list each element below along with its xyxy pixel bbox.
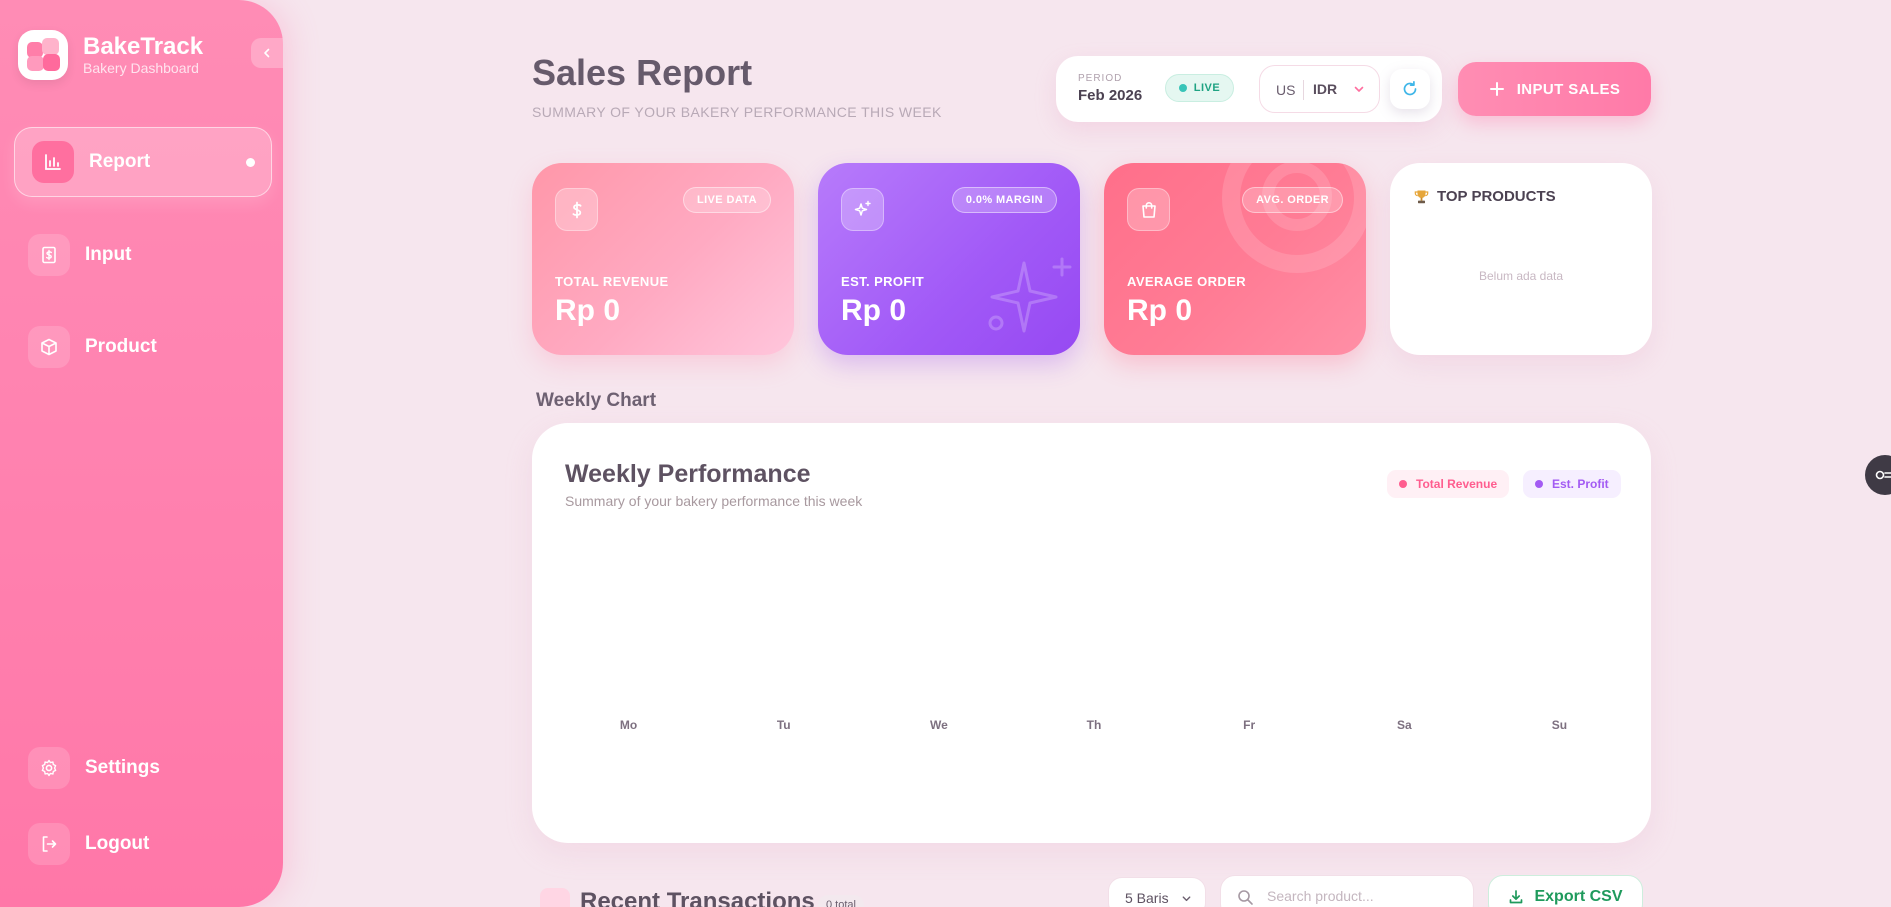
card-value: Rp 0 — [841, 294, 907, 327]
card-value: Rp 0 — [555, 294, 621, 327]
chevron-left-icon — [264, 48, 270, 58]
period-panel: PERIOD Feb 2026 LIVE US IDR — [1056, 56, 1442, 122]
card-value: Rp 0 — [1127, 294, 1193, 327]
card-badge: LIVE DATA — [682, 187, 771, 213]
x-tick-label: Fr — [1243, 718, 1255, 732]
period-label: PERIOD — [1078, 73, 1123, 84]
x-tick-label: Mo — [620, 718, 637, 732]
search-box — [1220, 875, 1474, 907]
card-label: AVERAGE ORDER — [1127, 274, 1247, 289]
card-badge: AVG. ORDER — [1242, 187, 1343, 213]
export-label: Export CSV — [1534, 888, 1623, 905]
x-tick-label: Sa — [1397, 718, 1412, 732]
sidebar-item-input[interactable]: Input — [14, 220, 272, 290]
weekly-performance-chart: Weekly Performance Summary of your baker… — [532, 423, 1651, 843]
sparkles-icon — [841, 188, 884, 231]
bakery-logo-icon — [18, 30, 68, 80]
gear-icon — [28, 747, 70, 789]
sidebar: BakeTrack Bakery Dashboard Report Input … — [0, 0, 283, 907]
average-order-card: AVG. ORDER AVERAGE ORDER Rp 0 — [1104, 163, 1366, 355]
page-title: Sales Report — [532, 52, 753, 93]
bar-chart-icon — [32, 141, 74, 183]
chevron-down-icon — [1182, 896, 1191, 902]
box-icon — [28, 326, 70, 368]
card-badge: 0.0% MARGIN — [951, 187, 1057, 213]
live-badge: LIVE — [1165, 74, 1234, 102]
download-icon — [1510, 890, 1523, 904]
x-tick-label: Th — [1087, 718, 1102, 732]
input-sales-label: INPUT SALES — [1516, 80, 1621, 98]
chevron-down-icon — [1354, 86, 1364, 92]
search-input[interactable] — [1267, 888, 1457, 904]
brand-title: BakeTrack — [83, 33, 204, 60]
x-tick-label: We — [930, 718, 948, 732]
top-products-title: TOP PRODUCTS — [1414, 188, 1556, 205]
sidebar-item-settings[interactable]: Settings — [14, 733, 272, 803]
x-tick-label: Su — [1552, 718, 1567, 732]
section-heading-weekly: Weekly Chart — [536, 390, 657, 411]
transactions-icon — [540, 888, 570, 907]
toggle-icon — [1875, 470, 1891, 480]
logout-icon — [28, 823, 70, 865]
currency-code: IDR — [1313, 81, 1338, 97]
sidebar-item-report[interactable]: Report — [14, 127, 272, 197]
sidebar-item-label: Input — [85, 244, 132, 265]
currency-divider — [1303, 80, 1304, 100]
sidebar-item-logout[interactable]: Logout — [14, 809, 272, 879]
export-csv-button[interactable]: Export CSV — [1488, 875, 1643, 907]
refresh-button[interactable] — [1390, 69, 1430, 109]
dollar-icon — [555, 188, 598, 231]
rows-per-page-select[interactable]: 5 Baris — [1108, 877, 1206, 907]
est-profit-card: 0.0% MARGIN EST. PROFIT Rp 0 — [818, 163, 1080, 355]
transactions-count-badge: 0 total — [818, 895, 864, 907]
currency-country: US — [1276, 82, 1296, 98]
sidebar-item-product[interactable]: Product — [14, 312, 272, 382]
sidebar-item-label: Settings — [85, 757, 160, 778]
total-revenue-card: LIVE DATA TOTAL REVENUE Rp 0 — [532, 163, 794, 355]
rows-label: 5 Baris — [1125, 890, 1169, 906]
active-indicator — [246, 157, 255, 167]
sidebar-item-label: Product — [85, 336, 157, 357]
live-label: LIVE — [1193, 82, 1221, 94]
search-icon — [1238, 890, 1253, 905]
sidebar-item-label: Report — [89, 151, 151, 172]
card-label: TOTAL REVENUE — [555, 274, 669, 289]
page-subtitle: SUMMARY OF YOUR BAKERY PERFORMANCE THIS … — [532, 104, 942, 120]
period-value[interactable]: Feb 2026 — [1078, 87, 1142, 104]
trophy-icon — [1414, 190, 1429, 203]
brand-subtitle: Bakery Dashboard — [83, 60, 199, 76]
card-label: EST. PROFIT — [841, 274, 925, 289]
chart-plot: Mo Tu We Th Fr Sa Su — [620, 718, 1567, 732]
plus-icon — [1489, 82, 1504, 96]
sparkle-decoration-icon — [988, 257, 1072, 333]
sidebar-item-label: Logout — [85, 833, 150, 854]
receipt-icon — [28, 234, 70, 276]
collapse-sidebar-button[interactable] — [251, 38, 283, 68]
x-tick-label: Tu — [777, 718, 791, 732]
brand[interactable]: BakeTrack Bakery Dashboard — [18, 30, 203, 80]
top-products-label: TOP PRODUCTS — [1437, 188, 1556, 205]
floating-widget-button[interactable] — [1865, 455, 1891, 495]
refresh-icon — [1403, 80, 1417, 96]
shopping-bag-icon — [1127, 188, 1170, 231]
currency-select[interactable]: US IDR — [1259, 65, 1380, 113]
empty-state-text: Belum ada data — [1478, 269, 1564, 283]
input-sales-button[interactable]: INPUT SALES — [1458, 62, 1651, 116]
top-products-card: TOP PRODUCTS Belum ada data — [1390, 163, 1652, 355]
transactions-title: Recent Transactions — [580, 888, 815, 907]
live-dot-icon — [1178, 84, 1187, 92]
